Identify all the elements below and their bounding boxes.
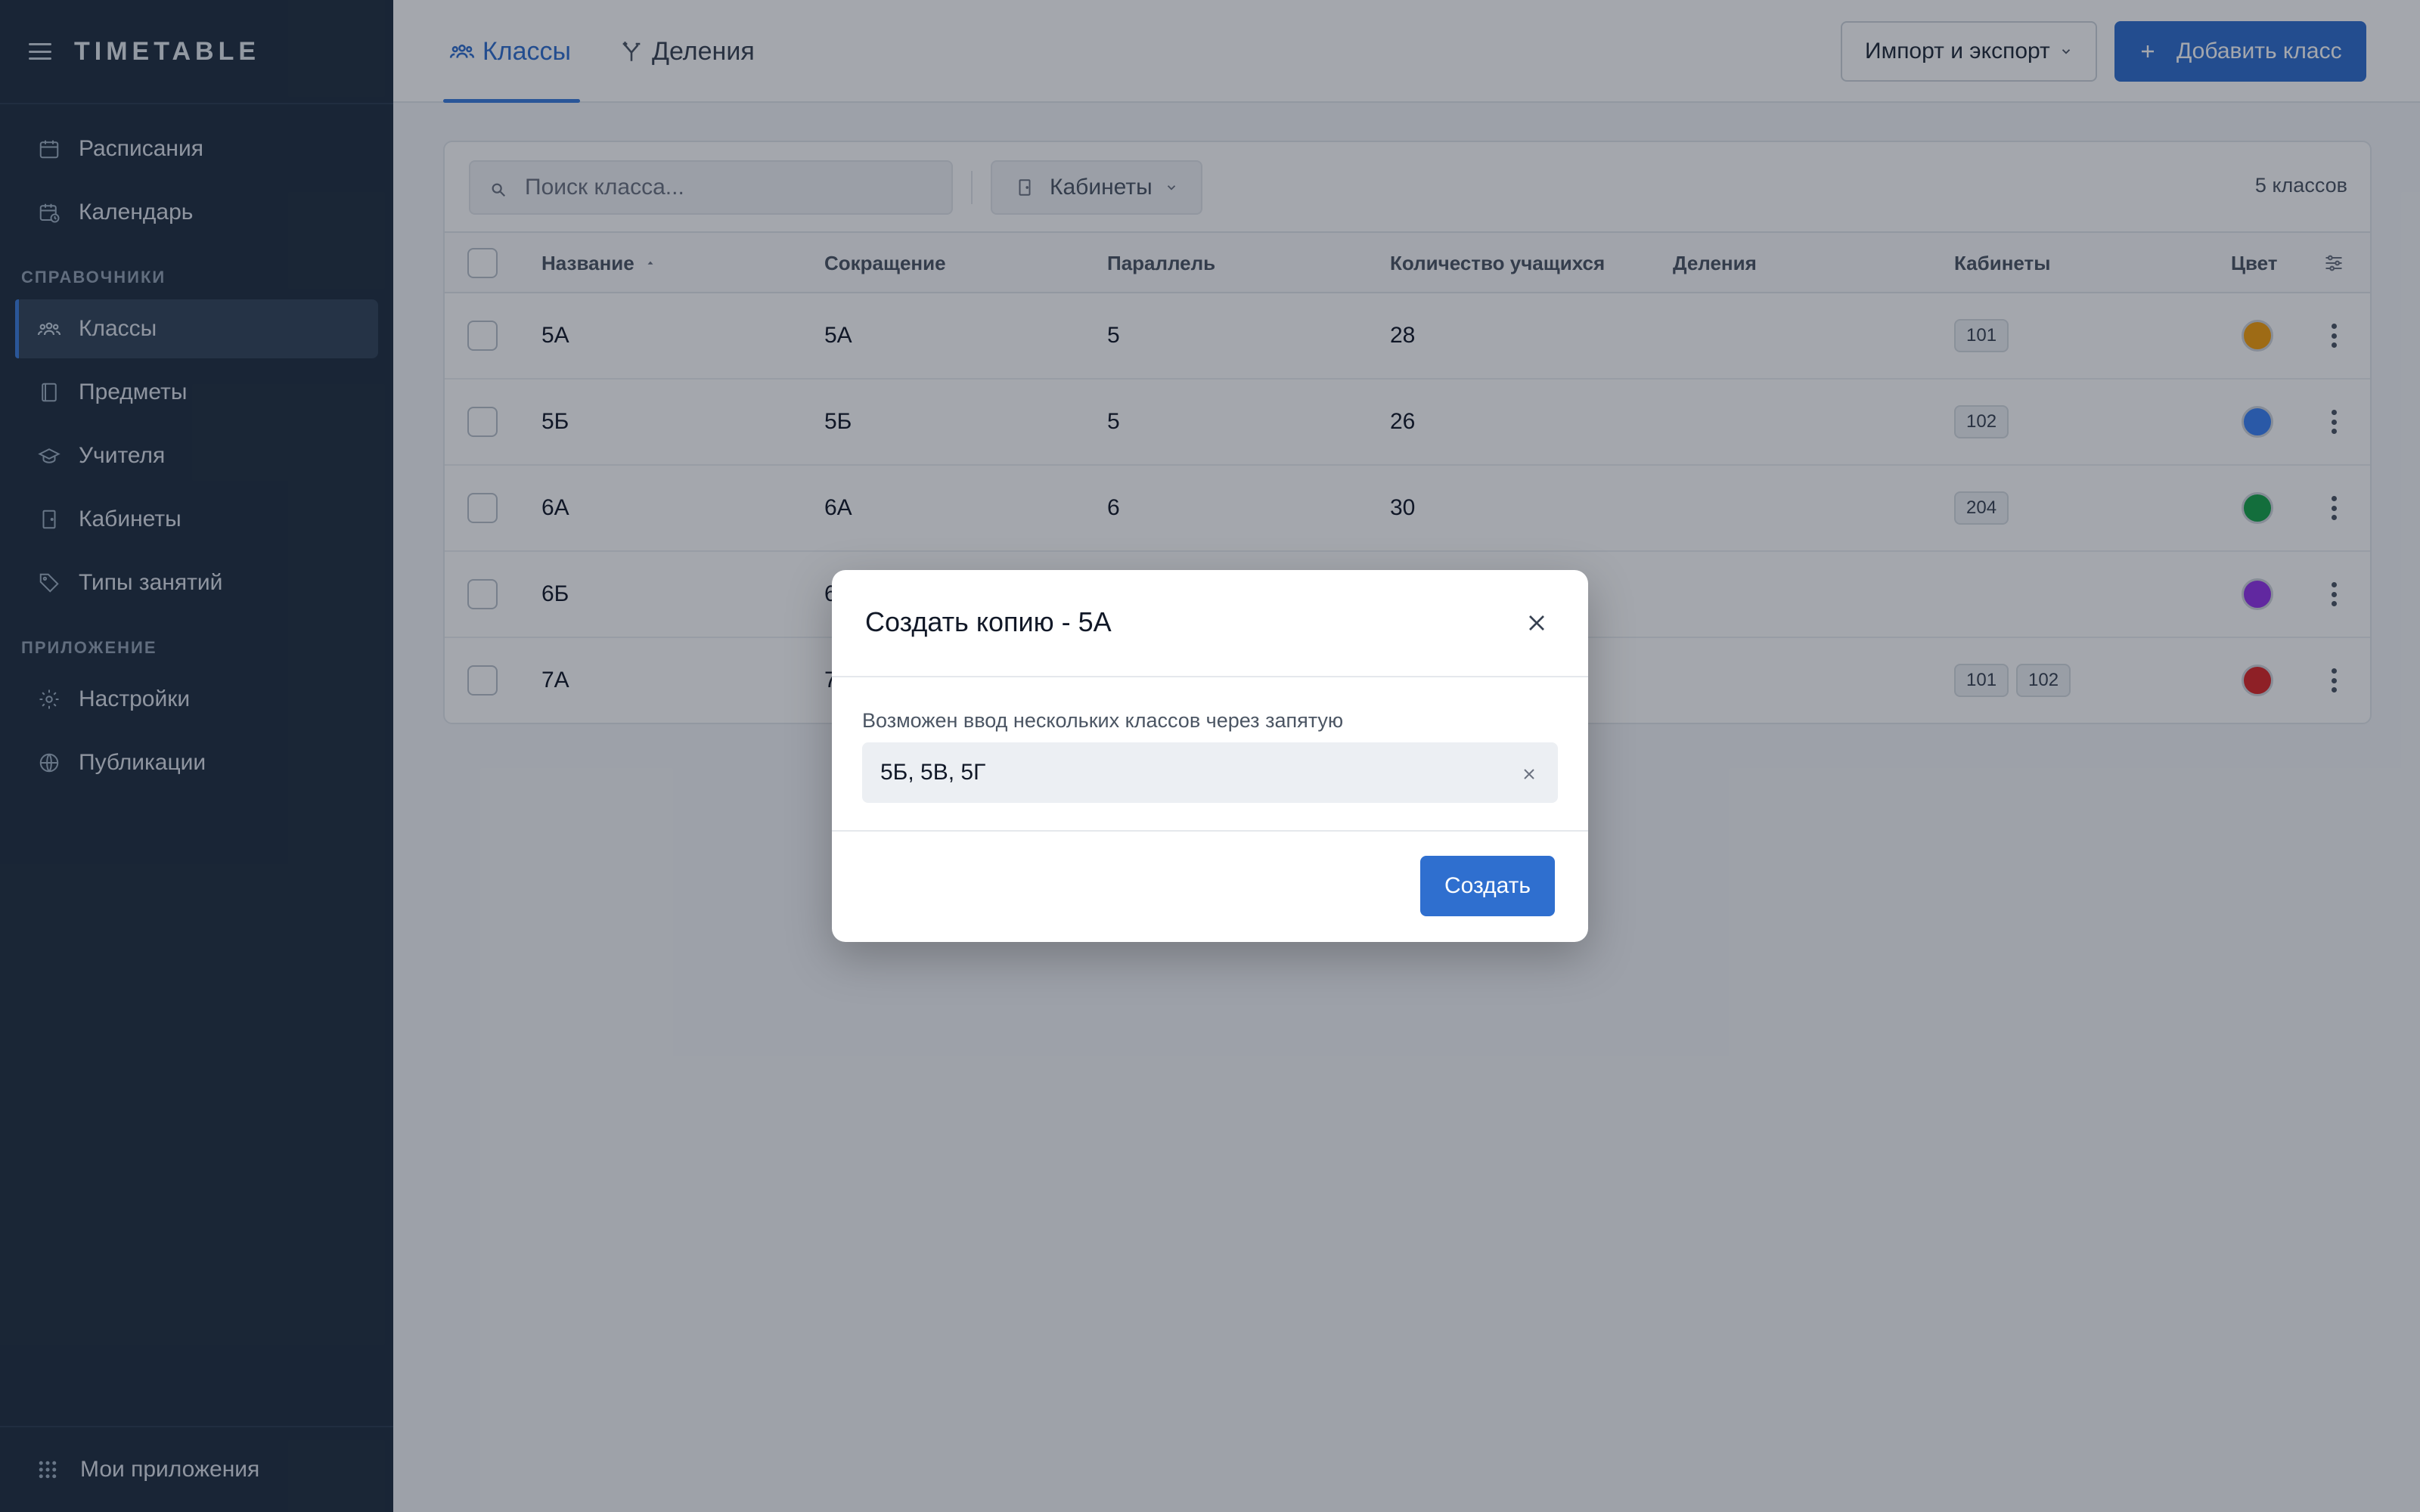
dialog-header: Создать копию - 5А (832, 570, 1588, 677)
field-label: Возможен ввод нескольких классов через з… (862, 709, 1344, 732)
class-names-input[interactable]: 5Б, 5В, 5Г (862, 742, 1558, 803)
dialog-body: Возможен ввод нескольких классов через з… (832, 677, 1588, 832)
field-value: 5Б, 5В, 5Г (880, 760, 986, 785)
copy-class-dialog: Создать копию - 5А Возможен ввод несколь… (832, 570, 1588, 942)
dialog-footer: Создать (832, 832, 1588, 942)
close-icon[interactable] (1523, 609, 1550, 637)
dialog-title: Создать копию - 5А (865, 606, 1112, 637)
create-button[interactable]: Создать (1419, 856, 1555, 916)
clear-icon[interactable] (1520, 764, 1538, 782)
